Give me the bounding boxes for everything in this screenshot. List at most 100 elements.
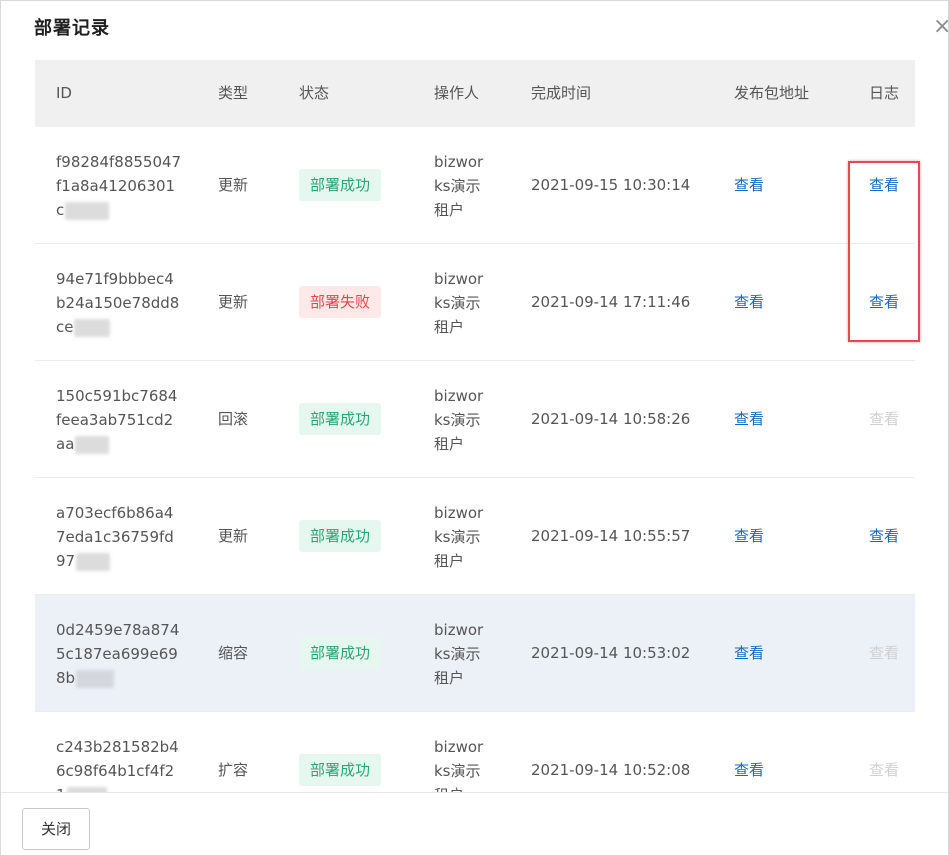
highlight-box-annotation <box>848 161 920 342</box>
deploy-records-table: ID 类型 状态 操作人 完成时间 发布包地址 日志 f98284f885504… <box>35 60 915 793</box>
close-button[interactable]: 关闭 <box>22 808 90 850</box>
operator: bizwor ks演示 租户 <box>434 618 494 690</box>
operator-line: 租户 <box>434 201 465 219</box>
deploy-id: c243b281582b4 6c98f64b1cf4f2 1 <box>56 735 186 793</box>
table-row: 0d2459e78a874 5c187ea699e69 8b 缩容 部署成功 b… <box>35 595 915 712</box>
deploy-records-dialog: 部署记录 × ID 类型 状态 操作人 完成时间 发布包地址 日志 f98284… <box>0 0 949 855</box>
dialog-footer: 关闭 <box>1 792 948 855</box>
operator-line: ks演示 <box>434 762 481 780</box>
redacted-mask <box>75 435 110 454</box>
table-row: c243b281582b4 6c98f64b1cf4f2 1 扩容 部署成功 b… <box>35 712 915 793</box>
finish-time: 2021-09-14 10:53:02 <box>531 644 691 662</box>
deploy-id-line: 8b <box>56 669 76 687</box>
deploy-id-line: 94e71f9bbbec4 <box>56 270 174 288</box>
view-package-link[interactable]: 查看 <box>734 595 764 711</box>
status-badge: 部署成功 <box>299 520 382 552</box>
col-log: 日志 <box>869 84 900 102</box>
status-badge: 部署成功 <box>299 754 382 786</box>
table-row: 150c591bc7684 feea3ab751cd2 aa 回滚 部署成功 b… <box>35 361 915 478</box>
redacted-mask <box>65 201 110 220</box>
operator: bizwor ks演示 租户 <box>434 735 494 793</box>
operator-line: ks演示 <box>434 294 481 312</box>
operator-line: bizwor <box>434 621 484 639</box>
view-package-link[interactable]: 查看 <box>734 712 764 793</box>
operator: bizwor ks演示 租户 <box>434 267 494 339</box>
redacted-mask <box>76 669 115 688</box>
view-package-link[interactable]: 查看 <box>734 127 764 243</box>
view-log-link-disabled: 查看 <box>869 761 900 779</box>
deploy-id-line: 0d2459e78a874 <box>56 621 180 639</box>
col-package: 发布包地址 <box>734 84 810 102</box>
view-log-link[interactable]: 查看 <box>869 478 899 594</box>
operator: bizwor ks演示 租户 <box>434 384 494 456</box>
operator-line: 租户 <box>434 669 465 687</box>
col-id: ID <box>56 84 72 102</box>
col-status: 状态 <box>299 84 330 102</box>
status-badge: 部署成功 <box>299 169 382 201</box>
table-row: 94e71f9bbbec4 b24a150e78dd8 ce 更新 部署失败 b… <box>35 244 915 361</box>
view-package-link[interactable]: 查看 <box>734 244 764 360</box>
operator-line: bizwor <box>434 738 484 756</box>
deploy-id-line: 150c591bc7684 <box>56 387 178 405</box>
deploy-type: 更新 <box>218 293 249 311</box>
deploy-id-line: 6c98f64b1cf4f2 <box>56 762 175 780</box>
deploy-id-line: 5c187ea699e69 <box>56 645 178 663</box>
operator-line: 租户 <box>434 552 465 570</box>
operator-line: ks演示 <box>434 411 481 429</box>
deploy-type: 缩容 <box>218 644 249 662</box>
finish-time: 2021-09-14 10:58:26 <box>531 410 691 428</box>
finish-time: 2021-09-15 10:30:14 <box>531 176 691 194</box>
operator-line: bizwor <box>434 504 484 522</box>
operator-line: ks演示 <box>434 528 481 546</box>
deploy-id: f98284f8855047 f1a8a41206301 c <box>56 150 186 222</box>
deploy-id: 0d2459e78a874 5c187ea699e69 8b <box>56 618 186 690</box>
table-row: a703ecf6b86a4 7eda1c36759fd 97 更新 部署成功 b… <box>35 478 915 595</box>
deploy-id-line: b24a150e78dd8 <box>56 294 180 312</box>
deploy-id: 94e71f9bbbec4 b24a150e78dd8 ce <box>56 267 186 339</box>
col-time: 完成时间 <box>531 84 592 102</box>
close-icon[interactable]: × <box>933 15 949 39</box>
view-package-link[interactable]: 查看 <box>734 478 764 594</box>
operator-line: ks演示 <box>434 177 481 195</box>
status-badge: 部署成功 <box>299 637 382 669</box>
table-row: f98284f8855047 f1a8a41206301 c 更新 部署成功 b… <box>35 127 915 244</box>
deploy-id-line: aa <box>56 435 75 453</box>
redacted-mask <box>74 318 111 337</box>
deploy-id-line: a703ecf6b86a4 <box>56 504 174 522</box>
operator-line: bizwor <box>434 153 484 171</box>
view-log-link-disabled: 查看 <box>869 410 900 428</box>
finish-time: 2021-09-14 17:11:46 <box>531 293 691 311</box>
deploy-id: 150c591bc7684 feea3ab751cd2 aa <box>56 384 186 456</box>
deploy-type: 回滚 <box>218 410 249 428</box>
table-header: ID 类型 状态 操作人 完成时间 发布包地址 日志 <box>35 60 915 127</box>
deploy-id-line: 7eda1c36759fd <box>56 528 174 546</box>
redacted-mask <box>76 552 111 571</box>
finish-time: 2021-09-14 10:55:57 <box>531 527 691 545</box>
operator-line: bizwor <box>434 270 484 288</box>
finish-time: 2021-09-14 10:52:08 <box>531 761 691 779</box>
view-log-link-disabled: 查看 <box>869 644 900 662</box>
operator-line: bizwor <box>434 387 484 405</box>
deploy-id-line: c <box>56 201 65 219</box>
operator: bizwor ks演示 租户 <box>434 501 494 573</box>
deploy-id-line: ce <box>56 318 74 336</box>
status-badge: 部署成功 <box>299 403 382 435</box>
deploy-type: 更新 <box>218 176 249 194</box>
dialog-title: 部署记录 <box>34 18 110 39</box>
deploy-type: 扩容 <box>218 761 249 779</box>
operator-line: ks演示 <box>434 645 481 663</box>
status-badge: 部署失败 <box>299 286 382 318</box>
deploy-id-line: feea3ab751cd2 <box>56 411 174 429</box>
view-package-link[interactable]: 查看 <box>734 361 764 477</box>
deploy-id-line: f1a8a41206301 <box>56 177 176 195</box>
col-type: 类型 <box>218 84 249 102</box>
operator-line: 租户 <box>434 318 465 336</box>
deploy-id-line: f98284f8855047 <box>56 153 182 171</box>
deploy-type: 更新 <box>218 527 249 545</box>
deploy-id-line: 97 <box>56 552 76 570</box>
deploy-id-line: c243b281582b4 <box>56 738 179 756</box>
deploy-id: a703ecf6b86a4 7eda1c36759fd 97 <box>56 501 186 573</box>
col-operator: 操作人 <box>434 84 480 102</box>
operator: bizwor ks演示 租户 <box>434 150 494 222</box>
operator-line: 租户 <box>434 435 465 453</box>
